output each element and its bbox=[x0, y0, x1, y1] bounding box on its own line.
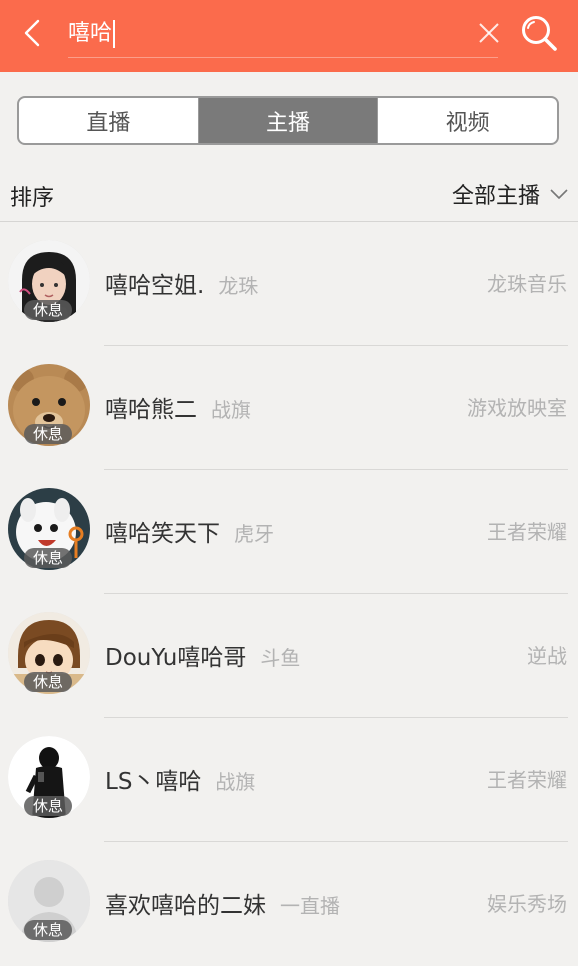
category-label: 逆战 bbox=[527, 644, 567, 668]
result-type-tabs: 直播 主播 视频 bbox=[17, 96, 559, 145]
streamer-name-text: 嘻哈笑天下 bbox=[105, 521, 220, 547]
platform-label: 斗鱼 bbox=[260, 646, 301, 670]
list-item[interactable]: 休息 嘻哈熊二 战旗 游戏放映室 bbox=[0, 346, 578, 470]
streamer-name: 喜欢嘻哈的二妹 一直播 bbox=[105, 886, 340, 920]
category-label: 王者荣耀 bbox=[487, 520, 567, 544]
platform-label: 龙珠 bbox=[218, 274, 259, 298]
streamer-name-text: 嘻哈熊二 bbox=[105, 397, 197, 423]
streamer-name: 嘻哈空姐. 龙珠 bbox=[105, 266, 258, 300]
category-label: 王者荣耀 bbox=[487, 768, 567, 792]
search-input-text[interactable]: 嘻哈 bbox=[68, 20, 116, 48]
streamer-filter-dropdown[interactable]: 全部主播 bbox=[452, 178, 570, 210]
streamer-name-text: 嘻哈空姐. bbox=[105, 273, 205, 299]
category-label: 游戏放映室 bbox=[467, 396, 567, 420]
chevron-left-icon[interactable] bbox=[16, 16, 50, 50]
platform-label: 战旗 bbox=[215, 770, 256, 794]
search-header: 嘻哈 bbox=[0, 0, 578, 72]
streamer-name-text: LS丶嘻哈 bbox=[105, 769, 202, 795]
sort-bar: 排序 全部主播 bbox=[0, 170, 578, 222]
status-badge: 休息 bbox=[24, 672, 72, 692]
list-item[interactable]: 休息 嘻哈空姐. 龙珠 龙珠音乐 bbox=[0, 222, 578, 346]
list-item[interactable]: 休息 LS丶嘻哈 战旗 王者荣耀 bbox=[0, 718, 578, 842]
streamer-name: 嘻哈笑天下 虎牙 bbox=[105, 514, 274, 548]
status-badge: 休息 bbox=[24, 920, 72, 940]
tab-video[interactable]: 视频 bbox=[377, 98, 557, 143]
streamer-name: 嘻哈熊二 战旗 bbox=[105, 390, 251, 424]
status-badge: 休息 bbox=[24, 548, 72, 568]
streamer-name: DouYu嘻哈哥 斗鱼 bbox=[105, 638, 300, 672]
status-badge: 休息 bbox=[24, 796, 72, 816]
tab-live[interactable]: 直播 bbox=[19, 98, 198, 143]
streamer-name-text: DouYu嘻哈哥 bbox=[105, 645, 247, 671]
close-icon[interactable] bbox=[476, 20, 502, 46]
tab-streamer[interactable]: 主播 bbox=[197, 98, 378, 143]
streamer-name-text: 喜欢嘻哈的二妹 bbox=[105, 893, 266, 919]
platform-label: 一直播 bbox=[280, 894, 340, 918]
list-item[interactable]: 休息 喜欢嘻哈的二妹 一直播 娱乐秀场 bbox=[0, 842, 578, 966]
list-item[interactable]: 休息 DouYu嘻哈哥 斗鱼 逆战 bbox=[0, 594, 578, 718]
platform-label: 战旗 bbox=[211, 398, 251, 422]
list-item[interactable]: 休息 嘻哈笑天下 虎牙 王者荣耀 bbox=[0, 470, 578, 594]
search-input[interactable]: 嘻哈 bbox=[68, 12, 498, 58]
status-badge: 休息 bbox=[24, 424, 72, 444]
search-icon[interactable] bbox=[518, 12, 560, 54]
category-label: 娱乐秀场 bbox=[487, 892, 567, 916]
chevron-down-icon bbox=[550, 189, 568, 199]
filter-label: 全部主播 bbox=[451, 184, 540, 209]
streamer-name: LS丶嘻哈 战旗 bbox=[105, 762, 255, 796]
status-badge: 休息 bbox=[24, 300, 72, 320]
category-label: 龙珠音乐 bbox=[487, 272, 567, 296]
text-caret bbox=[113, 20, 116, 48]
platform-label: 虎牙 bbox=[234, 522, 274, 546]
streamer-result-list: 休息 嘻哈空姐. 龙珠 龙珠音乐 休息 嘻哈熊二 战旗 游戏放映室 休息 嘻哈笑… bbox=[0, 222, 578, 966]
sort-label[interactable]: 排序 bbox=[10, 180, 54, 212]
